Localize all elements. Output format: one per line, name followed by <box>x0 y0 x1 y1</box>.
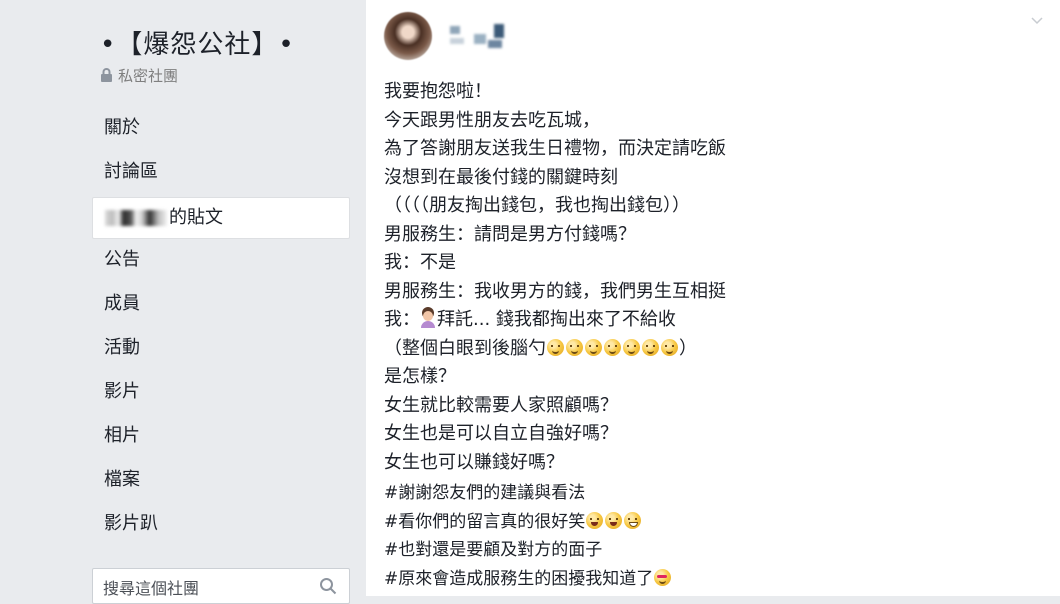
post-line: 為了答謝朋友送我生日禮物，而決定請吃飯 <box>384 138 726 159</box>
search-icon[interactable] <box>319 577 337 595</box>
rolling-eyes-emoji <box>585 338 602 356</box>
tears-of-joy-emoji <box>605 511 623 529</box>
post-line: 女生就比較需要人家照顧嗎？ <box>384 394 618 416</box>
nav-item-watch-party[interactable]: 影片趴 <box>92 504 352 548</box>
nav-label: 檔案 <box>104 469 140 490</box>
group-nav: 關於 討論區 的貼文 公告 成員 活動 影片 相片 檔案 影片趴 <box>92 108 352 548</box>
nav-label: 相片 <box>104 425 140 446</box>
hashtag-line: #謝謝怨友們的建議與看法 <box>384 479 1024 508</box>
hashtag-link[interactable]: #看你們的留言真的很好笑 <box>384 512 585 532</box>
group-privacy: 私密社團 <box>100 65 178 86</box>
author-avatar[interactable] <box>384 12 432 60</box>
hashtag-line: #看你們的留言真的很好笑 <box>384 508 1024 537</box>
group-title[interactable]: •【爆怨公社】• <box>100 24 295 61</box>
post-line-text: 拜託... 錢我都掏出來了不給收 <box>437 309 676 330</box>
nav-item-videos[interactable]: 影片 <box>92 372 352 416</box>
nav-label: 討論區 <box>104 161 158 182</box>
nav-item-discussion[interactable]: 討論區 <box>92 152 352 196</box>
nav-item-members[interactable]: 成員 <box>92 284 352 328</box>
post-line: 我： 拜託... 錢我都掏出來了不給收 <box>384 306 1024 335</box>
hashtag-line: #也對還是要顧及對方的面子 <box>384 536 1024 565</box>
post-line: （（（（朋友掏出錢包，我也掏出錢包）） <box>384 195 690 216</box>
nav-item-files[interactable]: 檔案 <box>92 460 352 504</box>
post-card: 我要抱怨啦！ 今天跟男性朋友去吃瓦城， 為了答謝朋友送我生日禮物，而決定請吃飯 … <box>366 0 1060 596</box>
post-line: 男服務生：請問是男方付錢嗎？ <box>384 223 636 245</box>
post-line: 女生也可以賺錢好嗎？ <box>384 451 564 473</box>
nav-label: 的貼文 <box>169 207 223 228</box>
nav-item-events[interactable]: 活動 <box>92 328 352 372</box>
post-line: 是怎樣？ <box>384 366 456 387</box>
hashtag-link[interactable]: #原來會造成服務生的困擾我知道了 <box>384 569 653 589</box>
group-search-box <box>92 568 350 604</box>
privacy-label: 私密社團 <box>118 67 179 85</box>
nav-item-my-posts[interactable]: 的貼文 <box>92 197 350 239</box>
rolling-eyes-emoji <box>547 338 564 356</box>
post-line: 男服務生：我收男方的錢，我們男生互相挺 <box>384 280 726 302</box>
tears-of-joy-emoji <box>586 511 604 529</box>
nav-item-photos[interactable]: 相片 <box>92 416 352 460</box>
nav-item-announcements[interactable]: 公告 <box>92 240 352 284</box>
rolling-eyes-emoji <box>623 338 640 356</box>
post-line-prefix: （整個白眼到後腦勺 <box>384 337 546 359</box>
lock-icon <box>101 68 112 82</box>
rolling-eyes-emoji <box>642 338 659 356</box>
nav-label: 公告 <box>104 249 140 270</box>
rolling-eyes-emoji <box>604 338 621 356</box>
post-line: 沒想到在最後付錢的關鍵時刻 <box>384 166 618 188</box>
heart-eyes-emoji <box>654 568 672 586</box>
group-search-input[interactable] <box>103 575 303 601</box>
group-sidebar: •【爆怨公社】• 私密社團 關於 討論區 的貼文 公告 成員 活動 影片 相片 … <box>0 0 366 604</box>
hashtag-link[interactable]: #也對還是要顧及對方的面子 <box>384 540 602 560</box>
chevron-down-icon[interactable] <box>1030 14 1044 28</box>
nav-label: 關於 <box>104 117 140 138</box>
nav-label: 影片 <box>104 381 140 402</box>
post-line-suffix: ） <box>679 337 697 359</box>
post-line: 我：不是 <box>384 252 456 273</box>
post-body: 我要抱怨啦！ 今天跟男性朋友去吃瓦城， 為了答謝朋友送我生日禮物，而決定請吃飯 … <box>384 78 1024 593</box>
post-line-prefix: 我： <box>384 309 420 330</box>
hashtag-list: #謝謝怨友們的建議與看法 #看你們的留言真的很好笑 #也對還是要顧及對方的面子 … <box>384 479 1024 593</box>
grinning-squint-emoji <box>624 511 642 529</box>
post-line: 我要抱怨啦！ <box>384 81 492 102</box>
hashtag-link[interactable]: #謝謝怨友們的建議與看法 <box>384 483 585 503</box>
hashtag-line: #原來會造成服務生的困擾我知道了 <box>384 565 1024 594</box>
nav-item-about[interactable]: 關於 <box>92 108 352 152</box>
nav-label: 成員 <box>104 293 140 314</box>
rolling-eyes-emoji <box>566 338 583 356</box>
blurred-username <box>105 210 167 226</box>
post-line: 女生也是可以自立自強好嗎？ <box>384 423 618 444</box>
nav-label: 影片趴 <box>104 513 158 534</box>
blurred-author-name[interactable] <box>444 18 516 52</box>
post-line: 今天跟男性朋友去吃瓦城， <box>384 109 600 131</box>
nav-label: 活動 <box>104 337 140 358</box>
person-facepalming-emoji <box>420 310 436 328</box>
rolling-eyes-emoji <box>661 338 678 356</box>
post-line: （整個白眼到後腦勺 ） <box>384 335 1024 364</box>
